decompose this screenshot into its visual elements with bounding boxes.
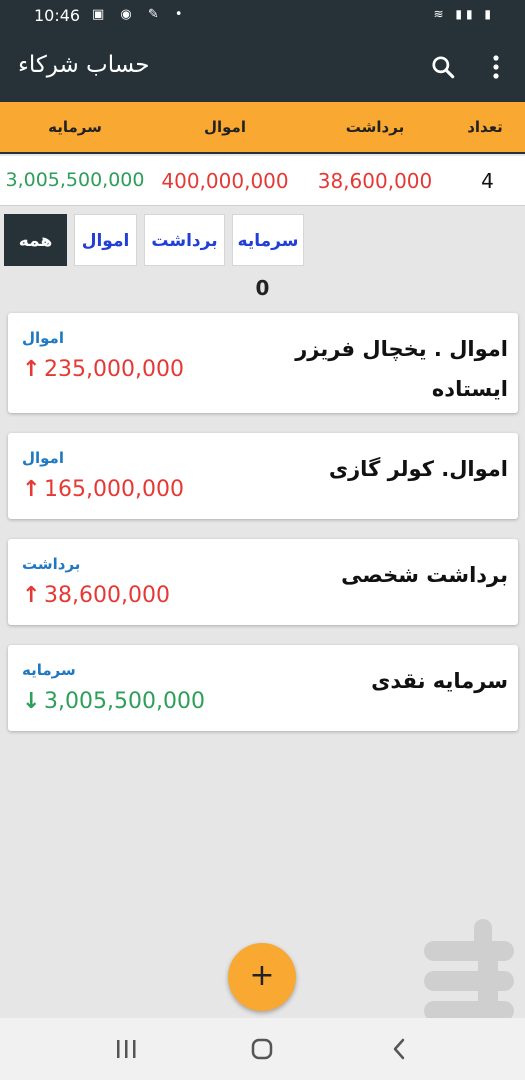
transaction-amount-value: 235,000,000 bbox=[44, 357, 184, 382]
transaction-card[interactable]: اموال . یخچال فریزر ایستاده اموال ↑ 235,0… bbox=[8, 313, 518, 413]
arrow-down-icon: ↓ bbox=[22, 689, 41, 714]
transaction-amount: ↑ 165,000,000 bbox=[22, 477, 184, 502]
filter-capital-chip[interactable]: سرمایه bbox=[232, 214, 304, 266]
transaction-title: اموال . یخچال فریزر ایستاده bbox=[295, 337, 508, 401]
arrow-up-icon: ↑ bbox=[22, 583, 41, 608]
transaction-amount-value: 165,000,000 bbox=[44, 477, 184, 502]
header-assets: اموال bbox=[204, 118, 246, 136]
arrow-up-icon: ↑ bbox=[22, 477, 41, 502]
transaction-title: برداشت شخصی bbox=[341, 563, 508, 587]
page-title: حساب شرکاء bbox=[18, 52, 150, 78]
filter-assets-chip[interactable]: اموال bbox=[74, 214, 137, 266]
transaction-amount-value: 38,600,000 bbox=[44, 583, 170, 608]
header-withdraw: برداشت bbox=[345, 118, 405, 136]
transaction-title: اموال. کولر گازی bbox=[328, 457, 508, 481]
transaction-card[interactable]: برداشت شخصی برداشت ↑ 38,600,000 bbox=[8, 539, 518, 625]
notification-icons: ▣ ◉ ✎ • bbox=[92, 7, 189, 22]
summary-values: 3,005,500,000 400,000,000 38,600,000 4 bbox=[0, 156, 525, 206]
transaction-title: سرمایه نقدی bbox=[371, 669, 508, 693]
home-icon[interactable] bbox=[248, 1036, 276, 1062]
search-icon[interactable] bbox=[430, 54, 456, 80]
more-options-icon[interactable] bbox=[486, 54, 506, 80]
summary-header: سرمایه اموال برداشت تعداد bbox=[0, 102, 525, 154]
transaction-amount: ↑ 235,000,000 bbox=[22, 357, 184, 382]
total-assets: 400,000,000 bbox=[161, 169, 289, 193]
total-count: 4 bbox=[481, 169, 494, 193]
signal-battery-icons: ≋ ▮▮ ▮ bbox=[433, 7, 495, 21]
transaction-card[interactable]: سرمایه نقدی سرمایه ↓ 3,005,500,000 bbox=[8, 645, 518, 731]
app-bar: حساب شرکاء bbox=[0, 32, 525, 102]
transaction-amount: ↑ 38,600,000 bbox=[22, 583, 170, 608]
total-capital: 3,005,500,000 bbox=[5, 169, 145, 191]
header-capital: سرمایه bbox=[48, 118, 102, 136]
filter-withdraw-chip[interactable]: برداشت bbox=[144, 214, 225, 266]
recent-apps-icon[interactable] bbox=[112, 1036, 140, 1062]
transaction-amount-value: 3,005,500,000 bbox=[44, 689, 205, 714]
transaction-type: اموال bbox=[22, 449, 64, 467]
arrow-up-icon: ↑ bbox=[22, 357, 41, 382]
transaction-type: برداشت bbox=[22, 555, 81, 573]
transaction-card[interactable]: اموال. کولر گازی اموال ↑ 165,000,000 bbox=[8, 433, 518, 519]
add-transaction-button[interactable]: + bbox=[228, 943, 296, 1011]
transaction-amount: ↓ 3,005,500,000 bbox=[22, 689, 205, 714]
transaction-type: اموال bbox=[22, 329, 64, 347]
back-icon[interactable] bbox=[386, 1036, 414, 1062]
total-withdraw: 38,600,000 bbox=[317, 169, 433, 193]
header-count: تعداد bbox=[467, 118, 503, 136]
status-time: 10:46 bbox=[34, 6, 81, 25]
status-bar: 10:46 ▣ ◉ ✎ • ≋ ▮▮ ▮ bbox=[0, 0, 525, 32]
result-count: 0 bbox=[255, 276, 270, 300]
system-nav-bar bbox=[0, 1018, 525, 1080]
transaction-type: سرمایه bbox=[22, 661, 76, 679]
filter-all-chip[interactable]: همه bbox=[4, 214, 67, 266]
